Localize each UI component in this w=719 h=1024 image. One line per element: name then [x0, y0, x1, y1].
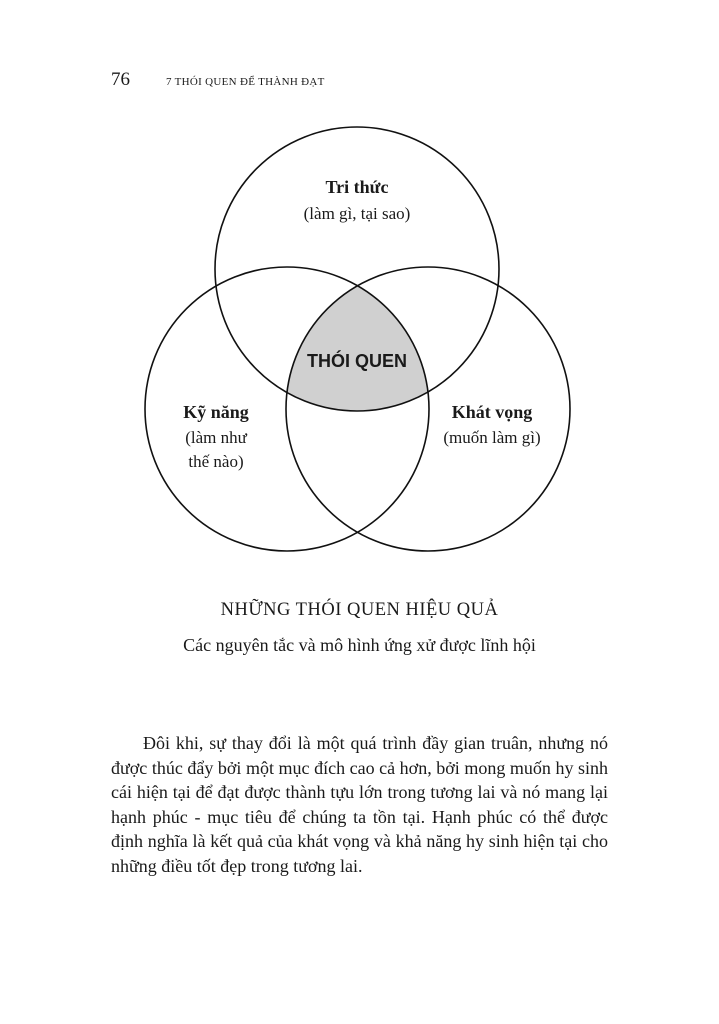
center-label: THÓI QUEN [307, 350, 407, 371]
top-circle-title: Tri thức [326, 177, 389, 197]
top-circle-subtitle: (làm gì, tại sao) [304, 204, 411, 223]
left-circle-subtitle-line1: (làm như [185, 428, 247, 447]
right-circle-title: Khát vọng [452, 402, 533, 422]
figure-caption-subtitle: Các nguyên tắc và mô hình ứng xử được lĩ… [183, 635, 536, 655]
figure-caption-title: NHỮNG THÓI QUEN HIỆU QUẢ [220, 600, 499, 620]
venn-diagram: Tri thức (làm gì, tại sao) THÓI QUEN Kỹ … [144, 126, 571, 552]
left-circle-title: Kỹ năng [183, 402, 249, 422]
body-paragraph: Đôi khi, sự thay đổi là một quá trình đầ… [111, 733, 608, 876]
left-circle-subtitle-line2: thế nào) [188, 452, 243, 471]
right-circle-subtitle: (muốn làm gì) [443, 428, 540, 447]
